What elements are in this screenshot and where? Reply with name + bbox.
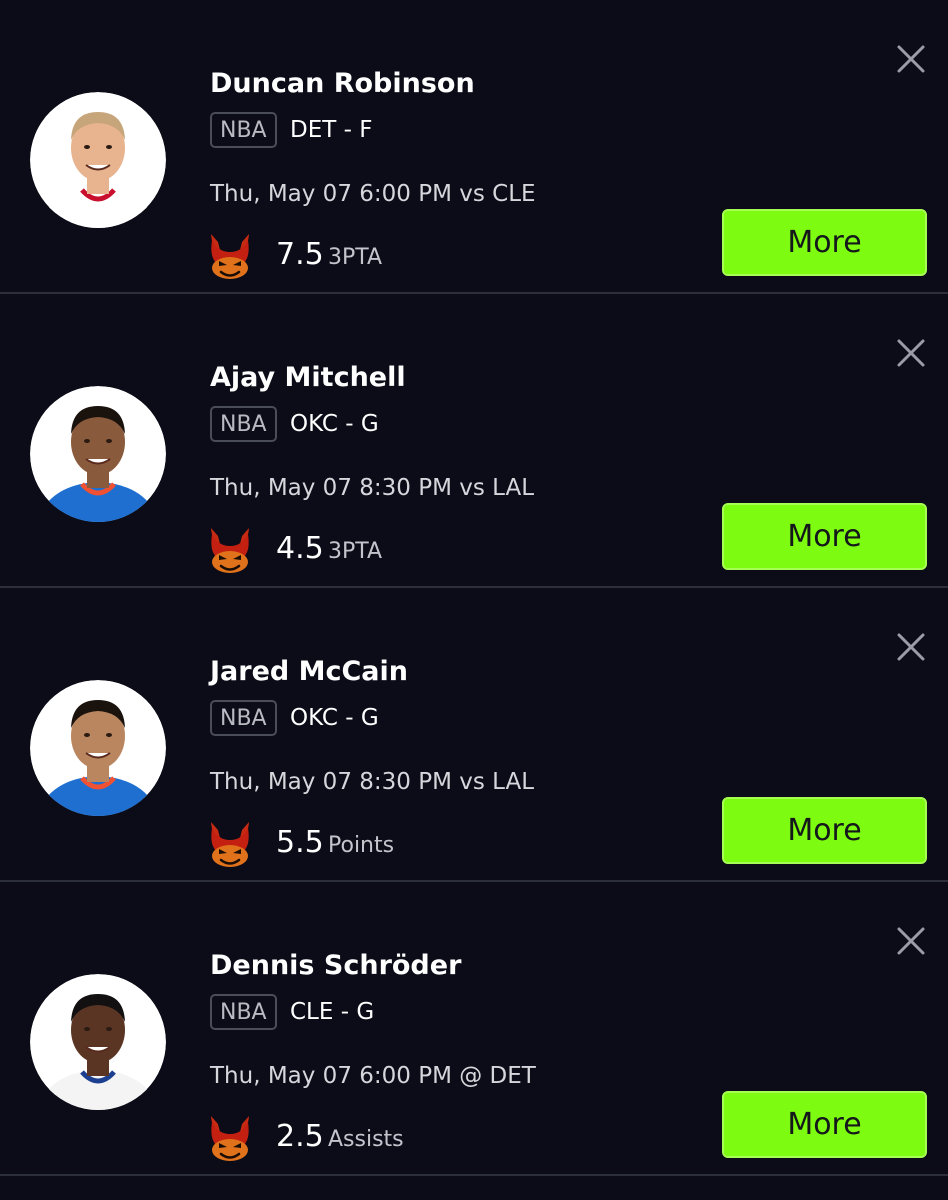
stat-type: Assists bbox=[328, 1127, 404, 1152]
more-button[interactable]: More bbox=[722, 209, 927, 276]
team-position: OKC - G bbox=[290, 705, 379, 731]
devil-icon bbox=[208, 524, 252, 574]
line-value: 2.5 bbox=[276, 1119, 324, 1154]
player-name: Dennis Schröder bbox=[210, 950, 462, 981]
team-position: DET - F bbox=[290, 117, 373, 143]
player-card: Ajay Mitchell NBA OKC - G Thu, May 07 8:… bbox=[0, 294, 948, 588]
player-card: Duncan Robinson NBA DET - F Thu, May 07 … bbox=[0, 0, 948, 294]
game-time: Thu, May 07 6:00 PM @ DET bbox=[210, 1063, 536, 1089]
team-position: OKC - G bbox=[290, 411, 379, 437]
game-time: Thu, May 07 8:30 PM vs LAL bbox=[210, 769, 535, 795]
devil-icon bbox=[208, 818, 252, 868]
player-headshot-avatar bbox=[30, 386, 166, 522]
line-value: 7.5 bbox=[276, 237, 324, 272]
stat-type: 3PTA bbox=[328, 539, 383, 564]
more-button[interactable]: More bbox=[722, 797, 927, 864]
league-badge: NBA bbox=[210, 406, 277, 442]
more-button[interactable]: More bbox=[722, 1091, 927, 1158]
player-headshot-avatar bbox=[30, 680, 166, 816]
player-card: Dennis Schröder NBA CLE - G Thu, May 07 … bbox=[0, 882, 948, 1176]
team-position: CLE - G bbox=[290, 999, 375, 1025]
player-card: Jared McCain NBA OKC - G Thu, May 07 8:3… bbox=[0, 588, 948, 882]
close-icon[interactable] bbox=[892, 334, 930, 372]
close-icon[interactable] bbox=[892, 922, 930, 960]
player-headshot-avatar bbox=[30, 974, 166, 1110]
devil-icon bbox=[208, 1112, 252, 1162]
line-value: 5.5 bbox=[276, 825, 324, 860]
player-name: Duncan Robinson bbox=[210, 68, 475, 99]
player-headshot-avatar bbox=[30, 92, 166, 228]
game-time: Thu, May 07 6:00 PM vs CLE bbox=[210, 181, 536, 207]
stat-type: Points bbox=[328, 833, 395, 858]
league-badge: NBA bbox=[210, 700, 277, 736]
close-icon[interactable] bbox=[892, 40, 930, 78]
close-icon[interactable] bbox=[892, 628, 930, 666]
more-button[interactable]: More bbox=[722, 503, 927, 570]
game-time: Thu, May 07 8:30 PM vs LAL bbox=[210, 475, 535, 501]
league-badge: NBA bbox=[210, 112, 277, 148]
player-name: Jared McCain bbox=[210, 656, 409, 687]
line-value: 4.5 bbox=[276, 531, 324, 566]
devil-icon bbox=[208, 230, 252, 280]
player-name: Ajay Mitchell bbox=[210, 362, 406, 393]
league-badge: NBA bbox=[210, 994, 277, 1030]
stat-type: 3PTA bbox=[328, 245, 383, 270]
player-prop-list: Duncan Robinson NBA DET - F Thu, May 07 … bbox=[0, 0, 948, 1200]
